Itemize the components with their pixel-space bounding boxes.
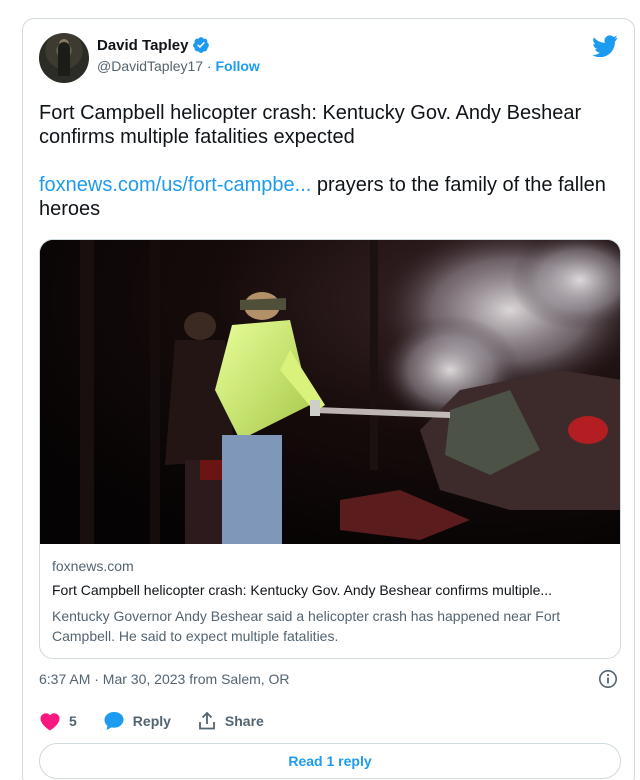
reply-label: Reply [132, 713, 171, 729]
share-button[interactable]: Share [197, 711, 264, 731]
tweet-text: Fort Campbell helicopter crash: Kentucky… [39, 101, 619, 221]
tweet-headline: Fort Campbell helicopter crash: Kentucky… [39, 102, 582, 148]
tweet-card: David Tapley @DavidTapley17 · Follow For… [22, 18, 635, 780]
author-name[interactable]: David Tapley [97, 37, 188, 54]
tweet-timestamp[interactable]: 6:37 AM · Mar 30, 2023 from Salem, OR [39, 671, 290, 687]
reply-bubble-icon [104, 712, 124, 730]
article-link[interactable]: foxnews.com/us/fort-campbe... [39, 174, 311, 196]
tweet-actions: 5 Reply Share [39, 711, 290, 731]
handle-separator: · [203, 58, 216, 74]
like-button[interactable]: 5 [39, 711, 77, 731]
card-domain: foxnews.com [52, 558, 134, 574]
card-title: Fort Campbell helicopter crash: Kentucky… [52, 582, 553, 598]
author-handle[interactable]: @DavidTapley17 [97, 58, 203, 74]
tweet-body: foxnews.com/us/fort-campbe... prayers to… [39, 173, 619, 221]
info-icon[interactable] [598, 669, 618, 689]
follow-button[interactable]: Follow [216, 58, 260, 74]
card-description: Kentucky Governor Andy Beshear said a he… [52, 608, 561, 644]
read-reply-button[interactable]: Read 1 reply [39, 743, 621, 779]
link-preview-card[interactable]: foxnews.com Fort Campbell helicopter cra… [39, 239, 621, 659]
share-icon [199, 711, 215, 730]
reply-button[interactable]: Reply [103, 711, 171, 731]
card-image[interactable] [40, 240, 621, 544]
verified-badge-icon [193, 37, 210, 53]
user-info: David Tapley @DavidTapley17 · Follow [97, 36, 260, 75]
card-meta: foxnews.com Fort Campbell helicopter cra… [52, 558, 608, 646]
share-label: Share [224, 713, 264, 729]
like-count: 5 [69, 713, 77, 729]
tweet-header: David Tapley @DavidTapley17 · Follow [39, 33, 618, 87]
twitter-bird-icon[interactable] [592, 35, 618, 57]
heart-icon [40, 713, 60, 731]
avatar[interactable] [39, 33, 89, 83]
